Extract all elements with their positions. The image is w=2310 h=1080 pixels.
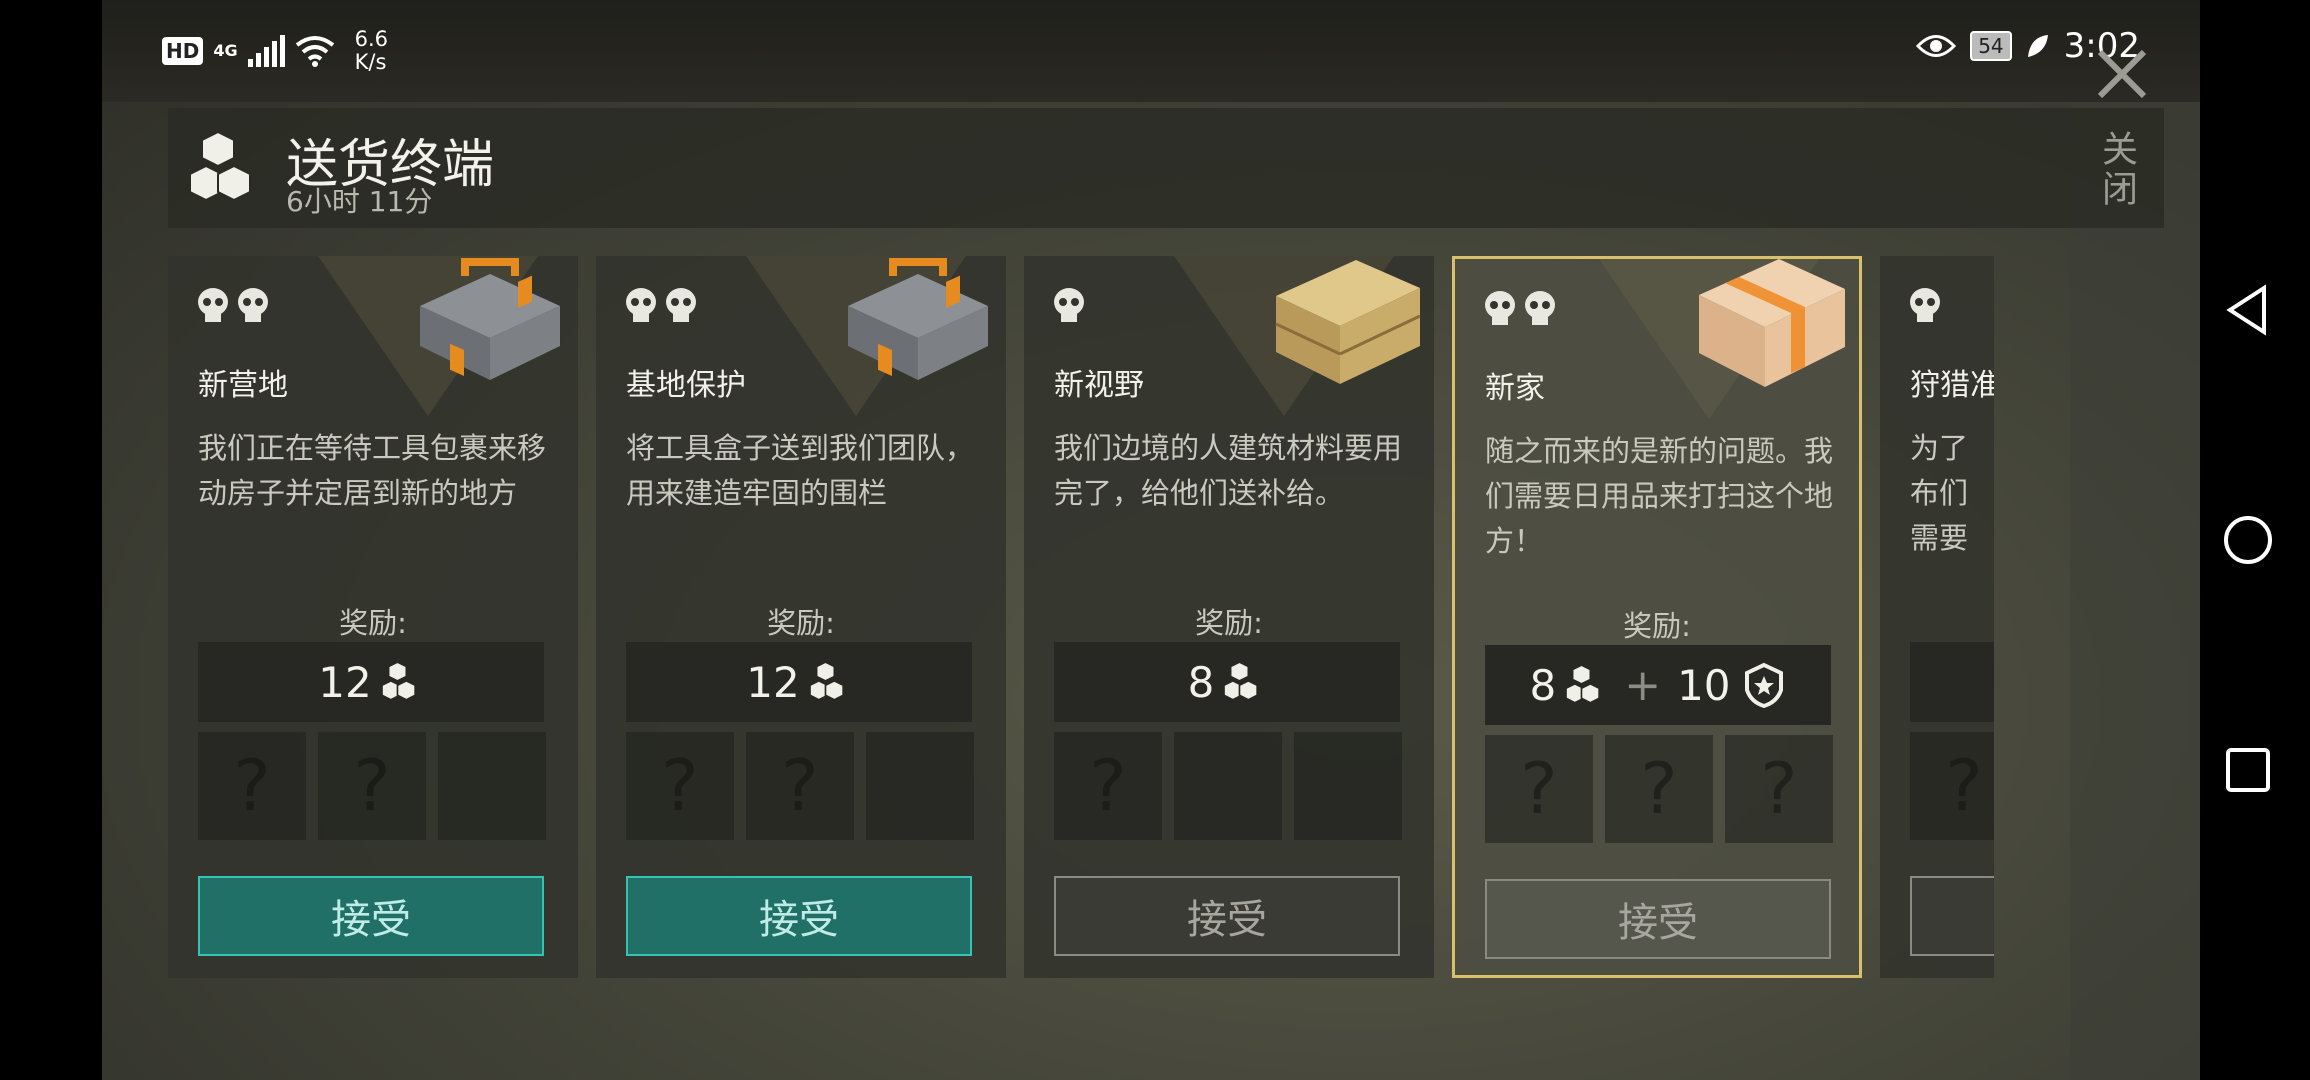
- delivery-cards: 新营地 我们正在等待工具包裹来移动房子并定居到新的地方 奖励: 12 ? ? 接…: [168, 256, 1994, 978]
- mystery-slot: ?: [1054, 732, 1162, 840]
- plus-sign: +: [1624, 659, 1662, 711]
- refresh-timer: 6小时 11分: [286, 185, 433, 218]
- mystery-slot: ?: [1910, 732, 1994, 840]
- card-description: 为了布们需要: [1910, 431, 1969, 555]
- reward-extra-amount: 10: [1677, 660, 1731, 710]
- difficulty-skulls: [1908, 286, 1942, 324]
- difficulty-skulls: [196, 286, 270, 324]
- leaf-icon: [2027, 35, 2048, 57]
- nav-home-icon[interactable]: [2218, 510, 2278, 570]
- accept-button[interactable]: 接受: [626, 876, 972, 956]
- system-nav-bar: [2200, 0, 2310, 1080]
- cube-stack-icon: [381, 661, 416, 701]
- toolbox-icon: [848, 258, 988, 380]
- card-description: 我们正在等待工具包裹来移动房子并定居到新的地方: [198, 431, 547, 510]
- accept-button[interactable]: [1910, 876, 1994, 956]
- wifi-icon: [295, 36, 334, 67]
- reward-slots: ?: [1910, 732, 1994, 840]
- reward-amount: 8: [1187, 657, 1215, 707]
- reward-amount: 8: [1529, 660, 1557, 710]
- status-left: HD 4G 6.6 K/s: [162, 28, 388, 74]
- reward-slots: ? ?: [198, 732, 546, 840]
- card-title: 狩猎准: [1910, 368, 1994, 403]
- toolbox-icon: [420, 258, 560, 380]
- net-speed: 6.6 K/s: [355, 28, 388, 74]
- cube-stack-icon: [190, 130, 251, 202]
- card-title: 新营地: [198, 368, 288, 403]
- card-description: 我们边境的人建筑材料要用完了，给他们送补给。: [1054, 431, 1403, 510]
- reward-box: [1910, 642, 1994, 722]
- accept-button[interactable]: 接受: [1485, 879, 1831, 959]
- status-bar: HD 4G 6.6 K/s 54 3:02: [102, 0, 2200, 102]
- reward-slots: ? ?: [626, 732, 974, 840]
- reward-box: 12: [198, 642, 544, 722]
- mystery-slot: ?: [318, 732, 426, 840]
- panel-header: 送货终端 6小时 11分: [168, 108, 2164, 228]
- empty-slot: [1294, 732, 1402, 840]
- card-title: 新家: [1485, 371, 1545, 406]
- difficulty-skulls: [1483, 289, 1557, 327]
- speed-value: 6.6: [354, 27, 389, 51]
- skull-icon: [626, 288, 656, 322]
- side-panel: [2070, 102, 2200, 1080]
- signal-icon: [247, 35, 285, 67]
- empty-slot: [1174, 732, 1282, 840]
- cube-stack-icon: [809, 661, 844, 701]
- skull-icon: [1525, 291, 1555, 325]
- reward-label: 奖励:: [767, 606, 835, 640]
- cube-stack-icon: [1566, 664, 1601, 704]
- mystery-slot: ?: [1605, 735, 1713, 843]
- skull-icon: [1910, 288, 1940, 322]
- card-title: 新视野: [1054, 368, 1144, 403]
- delivery-card[interactable]: 新视野 我们边境的人建筑材料要用完了，给他们送补给。 奖励: 8 ? 接受: [1024, 256, 1434, 978]
- reward-label: 奖励:: [1195, 606, 1263, 640]
- skull-icon: [666, 288, 696, 322]
- battery-indicator: 54: [1970, 31, 2012, 61]
- mystery-slot: ?: [746, 732, 854, 840]
- empty-slot: [866, 732, 974, 840]
- mystery-slot: ?: [1725, 735, 1833, 843]
- skull-icon: [1054, 288, 1084, 322]
- network-type: 4G: [213, 41, 238, 60]
- mystery-slot: ?: [626, 732, 734, 840]
- close-icon[interactable]: [2092, 44, 2152, 104]
- skull-icon: [198, 288, 228, 322]
- wooden-crate-icon: [1275, 260, 1421, 384]
- reward-box: 8 + 10: [1485, 645, 1831, 725]
- reward-box: 12: [626, 642, 972, 722]
- skull-icon: [1485, 291, 1515, 325]
- accept-button[interactable]: 接受: [1054, 876, 1400, 956]
- difficulty-skulls: [1052, 286, 1086, 324]
- accept-button[interactable]: 接受: [198, 876, 544, 956]
- empty-slot: [438, 732, 546, 840]
- delivery-card-selected[interactable]: 新家 随之而来的是新的问题。我们需要日用品来打扫这个地方！ 奖励: 8 + 10…: [1452, 256, 1862, 978]
- speed-unit: K/s: [354, 50, 387, 74]
- cube-stack-icon: [1224, 661, 1259, 701]
- reward-slots: ? ? ?: [1485, 735, 1833, 843]
- mystery-slot: ?: [1485, 735, 1593, 843]
- reward-label: 奖励:: [339, 606, 407, 640]
- reward-slots: ?: [1054, 732, 1402, 840]
- difficulty-skulls: [624, 286, 698, 324]
- reward-amount: 12: [746, 657, 800, 707]
- card-title: 基地保护: [626, 368, 746, 403]
- card-description: 将工具盒子送到我们团队，用来建造牢固的围栏: [626, 431, 975, 510]
- delivery-card[interactable]: 新营地 我们正在等待工具包裹来移动房子并定居到新的地方 奖励: 12 ? ? 接…: [168, 256, 578, 978]
- card-description: 随之而来的是新的问题。我们需要日用品来打扫这个地方！: [1485, 434, 1834, 558]
- reward-label: 奖励:: [1623, 609, 1691, 643]
- shield-star-icon: [1744, 662, 1783, 708]
- mystery-slot: ?: [198, 732, 306, 840]
- cardboard-box-icon: [1699, 259, 1845, 387]
- hd-indicator: HD: [162, 37, 204, 65]
- skull-icon: [238, 288, 268, 322]
- delivery-card[interactable]: 狩猎准 为了布们需要 ?: [1880, 256, 1994, 978]
- game-screen: HD 4G 6.6 K/s 54 3:02 送货终端 6小时 11分 关闭 新营…: [102, 0, 2200, 1080]
- eye-comfort-icon: [1916, 35, 1957, 57]
- nav-recent-icon[interactable]: [2218, 740, 2278, 800]
- reward-box: 8: [1054, 642, 1400, 722]
- reward-amount: 12: [318, 657, 372, 707]
- delivery-card[interactable]: 基地保护 将工具盒子送到我们团队，用来建造牢固的围栏 奖励: 12 ? ? 接受: [596, 256, 1006, 978]
- nav-back-icon[interactable]: [2218, 280, 2278, 340]
- close-button[interactable]: 关闭: [2090, 130, 2142, 210]
